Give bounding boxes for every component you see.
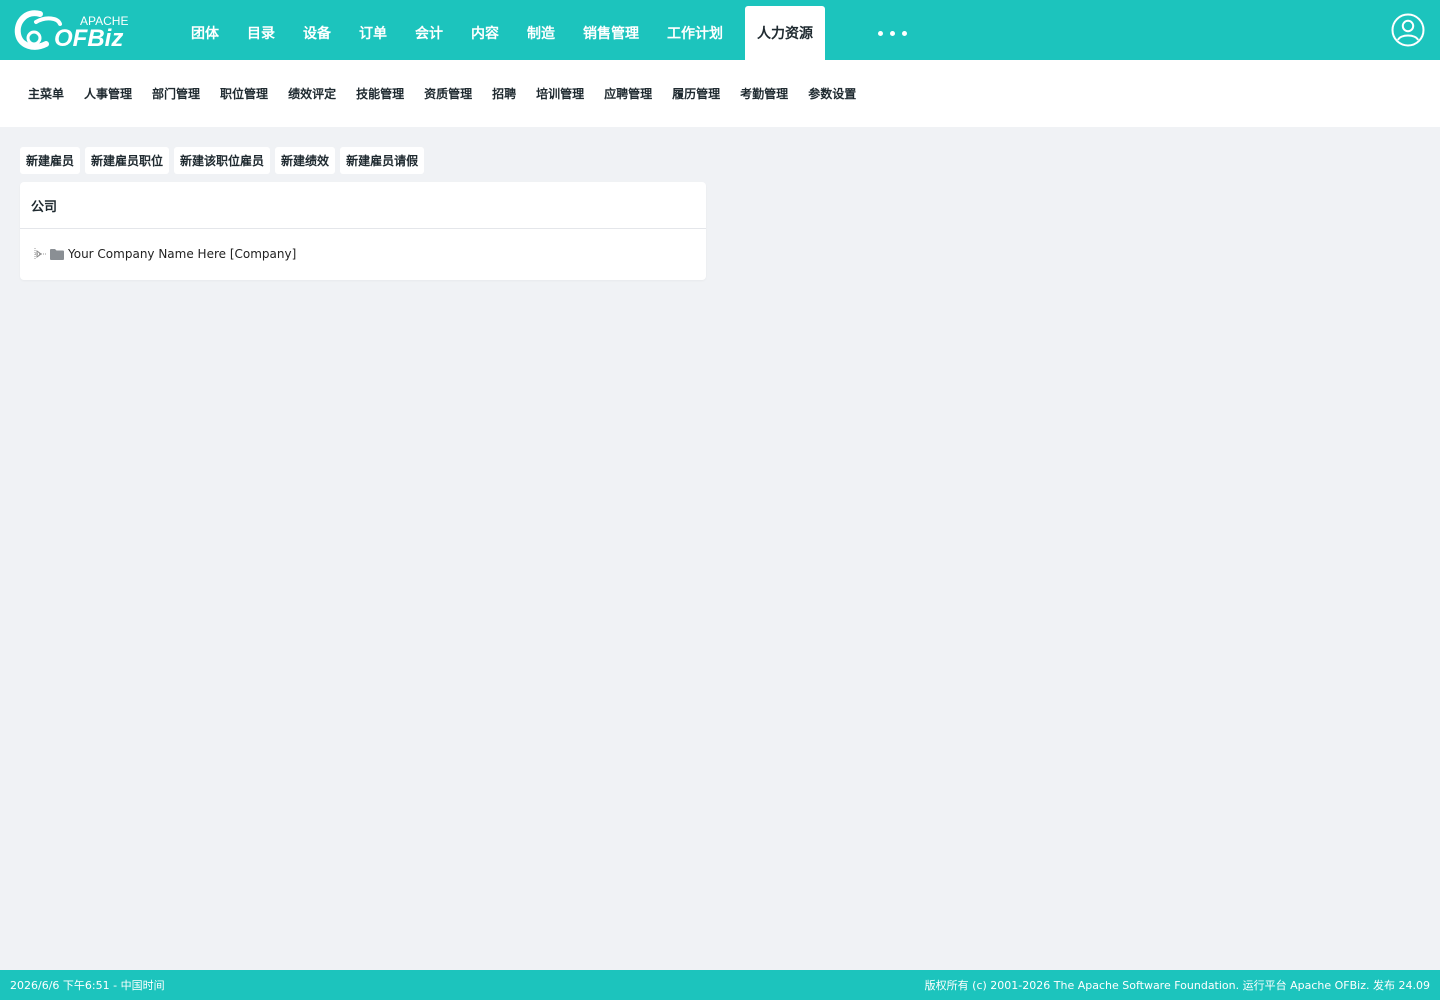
nav-item-humanres[interactable]: 人力资源 [745, 6, 825, 60]
sub-item-positions[interactable]: 职位管理 [210, 85, 278, 102]
tree-node[interactable]: Your Company Name Here [Company] [32, 246, 296, 262]
sub-item-recruitment[interactable]: 招聘 [482, 85, 526, 102]
ofbiz-logo[interactable]: APACHE OFBiz [14, 8, 136, 52]
panel-title: 公司 [20, 182, 706, 229]
sub-item-training[interactable]: 培训管理 [526, 85, 594, 102]
nav-item-accounting[interactable]: 会计 [401, 6, 457, 60]
ellipsis-icon-dot [877, 30, 883, 36]
sub-item-performance[interactable]: 绩效评定 [278, 85, 346, 102]
tree-expand-icon[interactable] [32, 246, 48, 262]
sub-item-employees[interactable]: 人事管理 [74, 85, 142, 102]
new-employee-position-button[interactable]: 新建雇员职位 [85, 147, 170, 174]
nav-item-sales[interactable]: 销售管理 [569, 6, 653, 60]
nav-item-content[interactable]: 内容 [457, 6, 513, 60]
main-nav: 团体 目录 设备 订单 会计 内容 制造 销售管理 工作计划 人力资源 [177, 6, 825, 60]
company-panel: 公司 Your Company Name Here [Company] [20, 182, 706, 280]
sub-item-applications[interactable]: 应聘管理 [594, 85, 662, 102]
nav-item-manufacturing[interactable]: 制造 [513, 6, 569, 60]
sub-navigation-bar: 主菜单 人事管理 部门管理 职位管理 绩效评定 技能管理 资质管理 招聘 培训管… [0, 60, 1440, 127]
sub-nav: 主菜单 人事管理 部门管理 职位管理 绩效评定 技能管理 资质管理 招聘 培训管… [18, 60, 866, 127]
svg-text:OFBiz: OFBiz [54, 25, 123, 52]
top-navigation-bar: APACHE OFBiz 团体 目录 设备 订单 会计 内容 制造 销售管理 工… [0, 0, 1440, 60]
folder-icon [50, 249, 64, 260]
nav-item-order[interactable]: 订单 [345, 6, 401, 60]
sub-item-departments[interactable]: 部门管理 [142, 85, 210, 102]
nav-item-catalog[interactable]: 目录 [233, 6, 289, 60]
nav-item-party[interactable]: 团体 [177, 6, 233, 60]
sub-item-main[interactable]: 主菜单 [18, 85, 74, 102]
sub-item-skills[interactable]: 技能管理 [346, 85, 414, 102]
footer-copyright: 版权所有 (c) 2001-2026 The Apache Software F… [924, 979, 1430, 992]
new-position-employee-button[interactable]: 新建该职位雇员 [174, 147, 271, 174]
footer-datetime: 2026/6/6 下午6:51 - 中国时间 [10, 979, 165, 992]
ofbiz-logo-graphic: APACHE OFBiz [14, 10, 128, 52]
nav-item-workeffort[interactable]: 工作计划 [653, 6, 737, 60]
new-performance-button[interactable]: 新建绩效 [275, 147, 336, 174]
user-menu-button[interactable] [1391, 13, 1425, 47]
sub-item-leave[interactable]: 考勤管理 [730, 85, 798, 102]
footer: 2026/6/6 下午6:51 - 中国时间 版权所有 (c) 2001-202… [0, 970, 1440, 1000]
new-employee-button[interactable]: 新建雇员 [20, 147, 81, 174]
tree-node-label[interactable]: Your Company Name Here [Company] [68, 247, 296, 261]
sub-item-qualifications[interactable]: 资质管理 [414, 85, 482, 102]
ellipsis-icon-dot [889, 30, 895, 36]
user-circle-icon [1391, 13, 1425, 47]
ellipsis-icon-dot [901, 30, 907, 36]
action-button-bar: 新建雇员 新建雇员职位 新建该职位雇员 新建绩效 新建雇员请假 [20, 147, 425, 174]
more-menu-button[interactable] [870, 20, 914, 46]
nav-item-facility[interactable]: 设备 [289, 6, 345, 60]
sub-item-settings[interactable]: 参数设置 [798, 85, 866, 102]
sub-item-resumes[interactable]: 履历管理 [662, 85, 730, 102]
new-employee-leave-button[interactable]: 新建雇员请假 [340, 147, 425, 174]
